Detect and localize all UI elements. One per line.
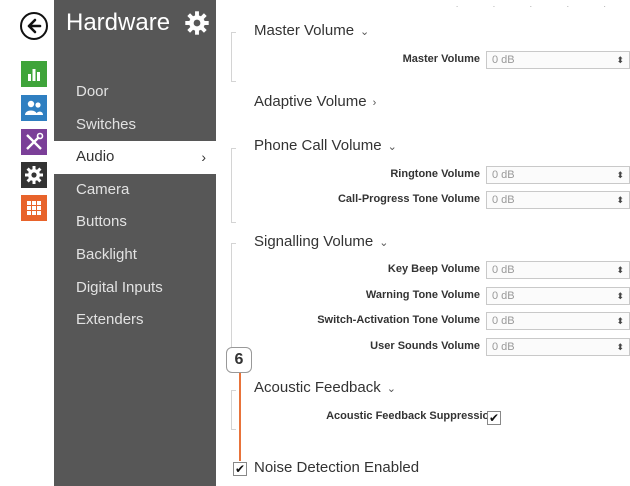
gear-icon — [25, 166, 43, 184]
warning-tone-volume-select[interactable]: 0 dB ⬍ — [486, 287, 630, 305]
services-nav-button[interactable] — [21, 195, 47, 221]
tools-icon — [26, 132, 44, 150]
arrow-left-icon — [27, 18, 42, 34]
master-volume-label: Master Volume — [402, 53, 480, 65]
hardware-menu: Door Switches Audio › Camera Buttons Back… — [54, 76, 216, 337]
user-sounds-volume-select[interactable]: 0 dB ⬍ — [486, 338, 630, 356]
user-sounds-volume-label: User Sounds Volume — [370, 340, 480, 352]
acoustic-feedback-suppression-label: Acoustic Feedback Suppression — [326, 410, 496, 422]
sidebar-item-door[interactable]: Door — [54, 76, 216, 109]
annotation-leader-line — [239, 373, 241, 461]
section-signalling-volume[interactable]: Signalling Volume ⌄ — [254, 233, 388, 250]
call-progress-volume-label: Call-Progress Tone Volume — [337, 193, 480, 205]
users-nav-button[interactable] — [21, 95, 47, 121]
warning-tone-volume-label: Warning Tone Volume — [365, 289, 480, 301]
settings-nav-button[interactable] — [21, 162, 47, 188]
section-phone-call-volume[interactable]: Phone Call Volume ⌄ — [254, 137, 397, 154]
group-bracket — [231, 390, 236, 430]
section-adaptive-volume[interactable]: Adaptive Volume › — [254, 93, 376, 110]
select-arrows-icon: ⬍ — [616, 342, 624, 352]
chevron-right-icon: › — [201, 149, 206, 166]
bar-chart-icon — [28, 69, 40, 81]
chevron-down-icon: ⌄ — [386, 383, 396, 395]
hardware-nav-button[interactable] — [21, 129, 47, 155]
group-bracket — [231, 148, 236, 223]
sidebar-item-buttons[interactable]: Buttons — [54, 206, 216, 239]
select-arrows-icon: ⬍ — [616, 195, 624, 205]
ringtone-volume-select[interactable]: 0 dB ⬍ — [486, 166, 630, 184]
sidebar-item-digital-inputs[interactable]: Digital Inputs — [54, 272, 216, 305]
select-arrows-icon: ⬍ — [616, 291, 624, 301]
annotation-badge: 6 — [226, 347, 252, 373]
ringtone-volume-label: Ringtone Volume — [390, 168, 480, 180]
chevron-down-icon: ⌄ — [387, 141, 397, 153]
switch-activation-volume-select[interactable]: 0 dB ⬍ — [486, 312, 630, 330]
chevron-right-icon: › — [372, 97, 377, 109]
select-arrows-icon: ⬍ — [616, 316, 624, 326]
gear-icon — [184, 10, 210, 36]
call-progress-volume-select[interactable]: 0 dB ⬍ — [486, 191, 630, 209]
top-ruler-ticks: · · · · · — [455, 2, 622, 11]
master-volume-select[interactable]: 0 dB ⬍ — [486, 51, 630, 69]
noise-detection-label: Noise Detection Enabled — [254, 459, 420, 476]
group-bracket — [231, 243, 236, 355]
chevron-down-icon: ⌄ — [360, 26, 370, 38]
select-arrows-icon: ⬍ — [616, 265, 624, 275]
sidebar-item-camera[interactable]: Camera — [54, 174, 216, 207]
sidebar-item-switches[interactable]: Switches — [54, 109, 216, 142]
hardware-sidebar: Hardware Door Switches Audio › Camera But… — [54, 0, 216, 486]
select-arrows-icon: ⬍ — [616, 55, 624, 65]
audio-settings-panel: · · · · · Master Volume ⌄ Master Volume 0… — [216, 0, 630, 486]
key-beep-volume-label: Key Beep Volume — [387, 263, 480, 275]
section-master-volume[interactable]: Master Volume ⌄ — [254, 22, 369, 39]
key-beep-volume-select[interactable]: 0 dB ⬍ — [486, 261, 630, 279]
switch-activation-volume-label: Switch-Activation Tone Volume — [317, 314, 480, 326]
sidebar-item-backlight[interactable]: Backlight — [54, 239, 216, 272]
noise-detection-checkbox[interactable]: ✔ — [233, 462, 247, 476]
chevron-down-icon: ⌄ — [379, 237, 389, 249]
app-icon-bar — [0, 0, 54, 486]
sidebar-item-extenders[interactable]: Extenders — [54, 304, 216, 337]
sidebar-item-audio[interactable]: Audio › — [54, 141, 216, 174]
sidebar-title: Hardware — [66, 9, 171, 36]
section-acoustic-feedback[interactable]: Acoustic Feedback ⌄ — [254, 379, 396, 396]
grid-icon — [27, 201, 41, 215]
acoustic-feedback-suppression-checkbox[interactable]: ✔ — [487, 411, 501, 425]
status-nav-button[interactable] — [21, 61, 47, 87]
select-arrows-icon: ⬍ — [616, 170, 624, 180]
users-icon — [25, 100, 43, 115]
group-bracket — [231, 32, 236, 82]
back-button[interactable] — [20, 12, 48, 40]
